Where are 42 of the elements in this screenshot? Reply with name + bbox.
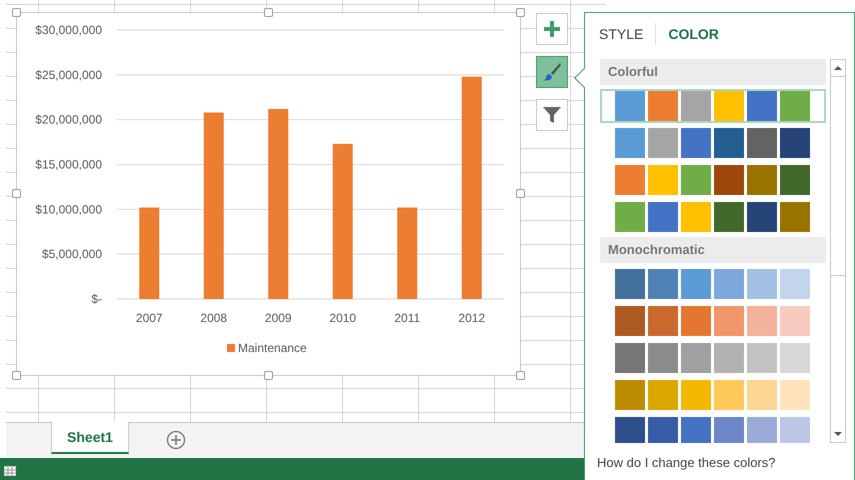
filter-icon xyxy=(542,105,562,125)
y-axis-label: $- xyxy=(91,292,102,306)
y-axis-label: $20,000,000 xyxy=(35,112,102,127)
x-axis-label: 2012 xyxy=(458,311,486,325)
y-axis-label: $10,000,000 xyxy=(35,202,102,216)
resize-handle[interactable] xyxy=(516,371,525,380)
x-axis-label: 2010 xyxy=(329,311,356,325)
resize-handle[interactable] xyxy=(12,8,21,17)
help-link[interactable]: How do I change these colors? xyxy=(597,455,776,470)
resize-handle[interactable] xyxy=(516,8,525,17)
y-axis-label: $15,000,000 xyxy=(35,158,102,172)
brush-icon xyxy=(542,62,562,82)
legend-label: Maintenance xyxy=(238,341,307,355)
legend-swatch xyxy=(227,344,235,352)
y-axis-label: $5,000,000 xyxy=(42,247,102,262)
color-scheme-option[interactable] xyxy=(600,89,826,123)
x-axis-label: 2009 xyxy=(264,311,292,325)
scroll-up-icon[interactable] xyxy=(833,65,843,71)
resize-handle[interactable] xyxy=(516,189,525,198)
group-header: Monochromatic xyxy=(600,237,826,263)
y-axis-label: $30,000,000 xyxy=(35,23,102,37)
plus-icon xyxy=(543,20,561,38)
scroll-thumb[interactable] xyxy=(830,76,846,276)
resize-handle[interactable] xyxy=(264,371,273,380)
chart-filter-button[interactable] xyxy=(536,99,568,131)
x-axis-label: 2007 xyxy=(136,311,163,325)
x-axis-label: 2008 xyxy=(200,311,228,325)
y-axis-label: $25,000,000 xyxy=(35,68,102,82)
sheet-mode-icon[interactable] xyxy=(4,464,16,476)
scrollbar[interactable] xyxy=(830,59,846,443)
resize-handle[interactable] xyxy=(12,371,21,380)
panel-tab[interactable]: STYLE xyxy=(595,26,648,42)
panel-tab[interactable]: COLOR xyxy=(664,26,723,42)
group-header: Colorful xyxy=(600,59,826,85)
resize-handle[interactable] xyxy=(12,189,21,198)
x-axis-label: 2011 xyxy=(394,311,420,325)
sheet-tab[interactable]: Sheet1 xyxy=(51,422,129,454)
add-element-button[interactable] xyxy=(536,13,568,45)
resize-handle[interactable] xyxy=(264,8,273,17)
scroll-down-icon[interactable] xyxy=(833,431,843,437)
add-sheet-icon[interactable] xyxy=(166,430,186,450)
chart-styles-button[interactable] xyxy=(536,56,568,88)
